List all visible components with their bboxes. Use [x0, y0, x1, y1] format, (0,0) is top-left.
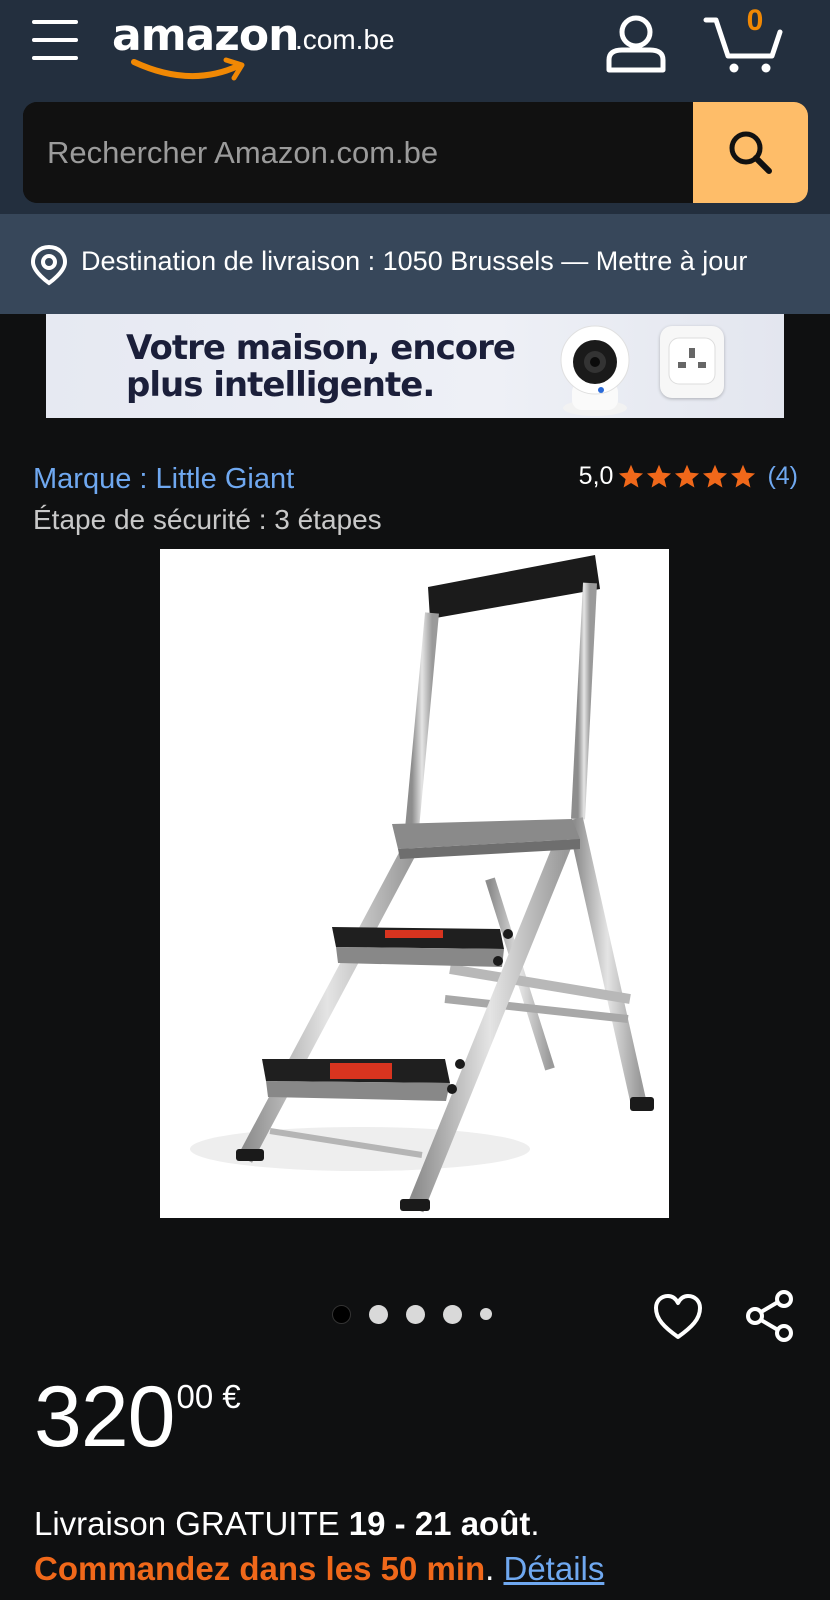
price-fraction: 00 €	[176, 1378, 241, 1415]
image-carousel-dots	[332, 1302, 510, 1326]
order-deadline: Commandez dans les 50 min. Détails	[34, 1550, 604, 1588]
carousel-dot[interactable]	[443, 1304, 462, 1324]
rating-stars[interactable]	[617, 463, 757, 490]
cart-button[interactable]: 0	[702, 4, 792, 76]
brand-link[interactable]: Marque : Little Giant	[33, 463, 294, 496]
details-link[interactable]: Détails	[503, 1550, 604, 1587]
rating-value: 5,0	[578, 462, 614, 490]
cart-item-count: 0	[746, 4, 764, 37]
wishlist-button[interactable]	[652, 1292, 704, 1342]
star-icon	[703, 464, 728, 488]
hamburger-menu-icon-bar	[32, 20, 78, 24]
rating-summary: 5,0 (4)	[579, 462, 798, 491]
top-header: amazon .com.be 0	[0, 0, 830, 214]
location-pin-icon	[30, 244, 68, 286]
delivery-dates: 19 - 21 août	[348, 1505, 531, 1542]
price-whole: 320	[34, 1369, 175, 1465]
delivery-prefix: Livraison GRATUITE	[34, 1505, 349, 1542]
order-suffix: .	[485, 1550, 504, 1587]
carousel-dot[interactable]	[480, 1308, 492, 1320]
carousel-dot[interactable]	[332, 1304, 351, 1324]
product-image[interactable]	[160, 549, 669, 1218]
heart-icon	[654, 1294, 702, 1339]
search-bar	[23, 102, 808, 203]
hamburger-menu-icon-bar	[32, 56, 78, 60]
smart-plug-face-icon	[668, 337, 716, 385]
hamburger-menu-icon-bar	[32, 38, 78, 42]
account-button[interactable]	[604, 12, 668, 74]
star-icon	[731, 464, 756, 488]
step-ladder-image	[190, 555, 654, 1213]
delivery-info: Livraison GRATUITE 19 - 21 août.	[34, 1505, 540, 1543]
carousel-dot[interactable]	[406, 1304, 425, 1324]
logo-wordmark: amazon	[112, 10, 299, 61]
hamburger-menu-button[interactable]	[30, 16, 80, 64]
search-button[interactable]	[693, 102, 808, 203]
carousel-dot[interactable]	[369, 1304, 388, 1324]
rating-count-link[interactable]: (4)	[767, 462, 798, 491]
product-price: 320 00 €	[34, 1373, 241, 1461]
star-icon	[647, 464, 672, 488]
account-person-icon	[606, 15, 666, 73]
smart-plug-image	[660, 326, 724, 398]
security-camera-image	[560, 325, 630, 416]
logo-domain-suffix: .com.be	[295, 24, 395, 55]
delivery-destination-bar[interactable]: Destination de livraison : 1050 Brussels…	[0, 214, 830, 314]
search-icon	[729, 131, 772, 174]
promo-banner[interactable]: Votre maison, encore plus intelligente.	[46, 314, 784, 418]
banner-headline: Votre maison, encore plus intelligente.	[126, 328, 516, 405]
safety-step-variant: Étape de sécurité : 3 étapes	[33, 504, 382, 535]
share-button[interactable]	[744, 1288, 796, 1344]
order-countdown: Commandez dans les 50 min	[34, 1550, 486, 1587]
star-icon	[675, 464, 700, 488]
star-icon	[619, 464, 644, 488]
search-input[interactable]	[23, 102, 693, 203]
delivery-suffix: .	[530, 1505, 540, 1542]
share-icon	[746, 1290, 793, 1342]
amazon-smile-icon	[131, 57, 245, 81]
amazon-logo[interactable]: amazon .com.be	[112, 6, 412, 86]
delivery-destination-text: Destination de livraison : 1050 Brussels…	[81, 246, 748, 276]
